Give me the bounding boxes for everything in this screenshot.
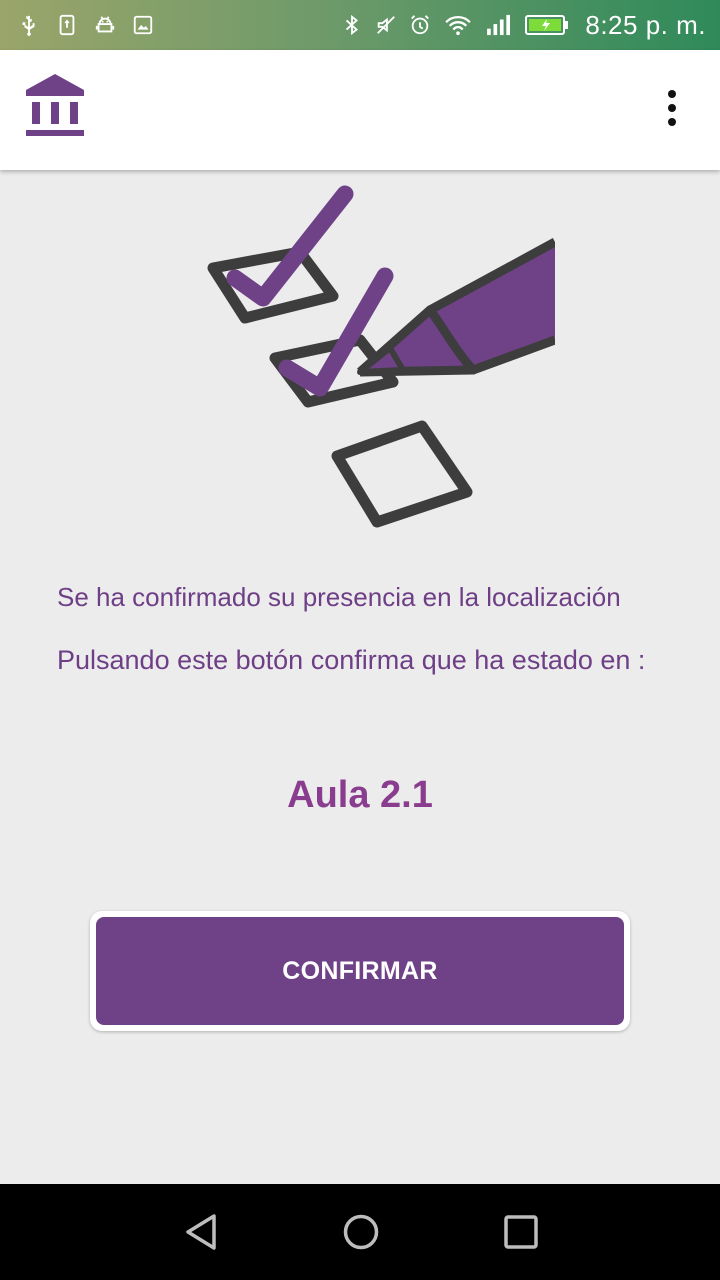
mute-icon (375, 14, 397, 36)
instruction-message: Pulsando este botón confirma que ha esta… (57, 645, 646, 675)
recents-icon[interactable] (501, 1212, 541, 1252)
upload-icon (56, 14, 78, 36)
bluetooth-icon (341, 14, 363, 36)
image-icon (132, 14, 154, 36)
confirm-button[interactable]: CONFIRMAR (96, 917, 624, 1025)
status-left-icons (18, 14, 154, 36)
home-icon[interactable] (341, 1212, 381, 1252)
more-vert-icon[interactable] (650, 82, 694, 134)
checklist-pencil-icon (205, 180, 555, 535)
confirm-button-frame: CONFIRMAR (90, 911, 630, 1031)
navigation-bar (0, 1184, 720, 1280)
android-icon (94, 14, 116, 36)
screen: 8:25 p. m. Se ha confirmado su presencia… (0, 0, 720, 1280)
battery-charging-icon (525, 14, 569, 36)
confirmed-message: Se ha confirmado su presencia en la loca… (57, 582, 621, 612)
usb-icon (18, 14, 40, 36)
app-bar (0, 50, 720, 170)
back-icon[interactable] (182, 1212, 222, 1252)
location-name: Aula 2.1 (287, 774, 433, 816)
signal-icon (485, 14, 513, 36)
institution-icon (24, 72, 86, 138)
wifi-icon (443, 14, 473, 36)
alarm-icon (409, 14, 431, 36)
status-time: 8:25 p. m. (585, 9, 706, 40)
status-right-icons: 8:25 p. m. (341, 10, 706, 41)
status-bar: 8:25 p. m. (0, 0, 720, 50)
